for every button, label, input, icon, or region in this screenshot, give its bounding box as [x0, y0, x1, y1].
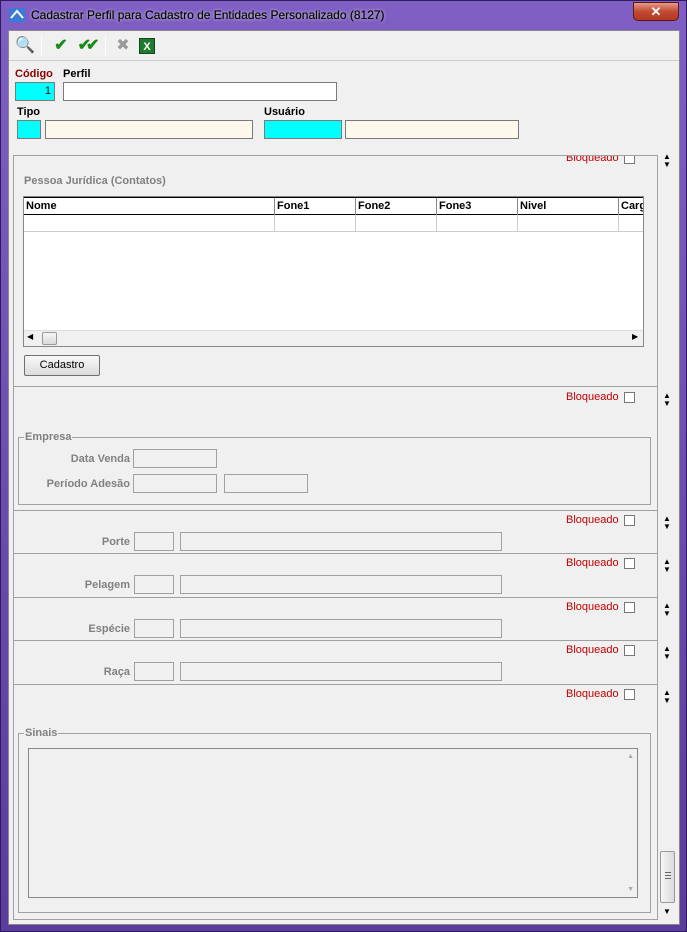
perfil-label: Perfil	[63, 68, 91, 80]
scroll-down-icon[interactable]: ▼	[663, 907, 671, 916]
section-divider	[14, 386, 657, 387]
move-up-down-icon[interactable]: ▲ ▼	[663, 645, 673, 661]
move-up-down-icon[interactable]: ▲ ▼	[663, 515, 673, 531]
table-cell[interactable]	[518, 215, 619, 232]
section-divider	[14, 597, 657, 598]
title-bar[interactable]: Cadastrar Perfil para Cadastro de Entida…	[1, 1, 686, 29]
codigo-field[interactable]: 1	[15, 82, 55, 101]
data-venda-label: Data Venda	[70, 453, 130, 465]
main-window: Cadastrar Perfil para Cadastro de Entida…	[0, 0, 687, 932]
bloqueado-label: Bloqueado	[566, 601, 619, 613]
especie-code-field[interactable]	[134, 619, 174, 638]
bloqueado-checkbox[interactable]	[624, 558, 635, 569]
periodo-adesao-label: Período Adesão	[46, 478, 130, 490]
raca-desc-field	[180, 662, 502, 681]
empresa-group	[18, 437, 651, 505]
table-row[interactable]	[24, 215, 643, 232]
table-cell[interactable]	[275, 215, 356, 232]
grid-horizontal-scrollbar[interactable]: ◀ ▶	[24, 330, 643, 346]
confirm-all-icon[interactable]: ✔✔	[73, 36, 100, 56]
contacts-grid[interactable]: Nome Fone1 Fone2 Fone3 Nivel Carg ◀ ▶	[23, 196, 644, 347]
scroll-thumb[interactable]	[42, 332, 57, 345]
pelagem-label: Pelagem	[84, 579, 130, 591]
bloqueado-checkbox[interactable]	[624, 515, 635, 526]
usuario-label: Usuário	[264, 106, 305, 118]
form-scroll-area: Bloqueado Pessoa Jurídica (Contatos) Nom…	[13, 155, 658, 920]
col-fone3[interactable]: Fone3	[437, 198, 518, 215]
search-icon[interactable]: 🔍	[15, 36, 35, 56]
cancel-icon[interactable]: ✖	[113, 36, 133, 56]
pelagem-code-field[interactable]	[134, 575, 174, 594]
usuario-desc-field	[345, 120, 519, 139]
move-up-down-icon[interactable]: ▲ ▼	[663, 392, 673, 408]
move-up-down-icon[interactable]: ▲ ▼	[663, 153, 673, 169]
move-up-down-icon[interactable]: ▲ ▼	[663, 558, 673, 574]
section-divider	[14, 510, 657, 511]
porte-desc-field	[180, 532, 502, 551]
tipo-label: Tipo	[17, 106, 41, 118]
col-fone2[interactable]: Fone2	[356, 198, 437, 215]
table-cell[interactable]	[356, 215, 437, 232]
app-icon	[9, 8, 25, 22]
especie-label: Espécie	[88, 623, 130, 635]
perfil-field[interactable]	[63, 82, 337, 101]
bloqueado-checkbox[interactable]	[624, 645, 635, 656]
textarea-scroll-down-icon[interactable]: ▼	[627, 886, 634, 893]
raca-label: Raça	[103, 666, 130, 678]
bloqueado-label: Bloqueado	[566, 688, 619, 700]
tipo-desc-field	[45, 120, 253, 139]
table-cell[interactable]	[437, 215, 518, 232]
periodo-inicio-field[interactable]	[133, 474, 217, 493]
pj-title: Pessoa Jurídica (Contatos)	[24, 175, 166, 187]
empresa-title: Empresa	[24, 431, 73, 443]
pelagem-desc-field	[180, 575, 502, 594]
section-divider	[14, 640, 657, 641]
scroll-left-icon[interactable]: ◀	[27, 332, 33, 341]
col-nivel[interactable]: Nivel	[518, 198, 619, 215]
move-up-down-icon[interactable]: ▲ ▼	[663, 602, 673, 618]
close-button[interactable]: ✕	[633, 2, 679, 21]
window-title: Cadastrar Perfil para Cadastro de Entida…	[31, 8, 385, 22]
bloqueado-label: Bloqueado	[566, 155, 619, 164]
bloqueado-label: Bloqueado	[566, 644, 619, 656]
periodo-fim-field[interactable]	[224, 474, 308, 493]
data-venda-field[interactable]	[133, 449, 217, 468]
codigo-label: Código	[15, 68, 53, 80]
bloqueado-label: Bloqueado	[566, 557, 619, 569]
toolbar-separator	[105, 36, 106, 56]
col-cargo[interactable]: Carg	[619, 198, 643, 215]
porte-code-field[interactable]	[134, 532, 174, 551]
raca-code-field[interactable]	[134, 662, 174, 681]
sinais-textarea[interactable]: ▲ ▼	[28, 748, 638, 898]
scroll-right-icon[interactable]: ▶	[632, 332, 638, 341]
toolbar: 🔍 ✔ ✔✔ ✖ X	[9, 31, 679, 61]
tipo-code-field[interactable]	[17, 120, 41, 139]
bloqueado-label: Bloqueado	[566, 514, 619, 526]
table-cell[interactable]	[24, 215, 275, 232]
toolbar-separator	[41, 36, 42, 56]
bloqueado-checkbox[interactable]	[624, 689, 635, 700]
grid-header: Nome Fone1 Fone2 Fone3 Nivel Carg	[24, 197, 643, 215]
bloqueado-checkbox[interactable]	[624, 392, 635, 403]
excel-icon[interactable]: X	[139, 38, 155, 54]
porte-label: Porte	[101, 536, 130, 548]
especie-desc-field	[180, 619, 502, 638]
confirm-icon[interactable]: ✔	[51, 36, 71, 56]
client-area: 🔍 ✔ ✔✔ ✖ X Código Perfil 1 Tipo Usuário …	[8, 30, 680, 925]
section-divider	[14, 684, 657, 685]
textarea-scroll-up-icon[interactable]: ▲	[627, 753, 634, 760]
form-vertical-scrollbar[interactable]: ▲ ▼ ▲ ▼ ▲ ▼ ▲ ▼ ▲ ▼ ▲ ▼ ▲ ▼ ▼	[659, 153, 676, 920]
bloqueado-checkbox[interactable]	[624, 156, 635, 164]
col-nome[interactable]: Nome	[24, 198, 275, 215]
cadastro-button[interactable]: Cadastro	[24, 355, 100, 376]
section-divider	[14, 553, 657, 554]
bloqueado-label: Bloqueado	[566, 391, 619, 403]
usuario-code-field[interactable]	[264, 120, 342, 139]
sinais-title: Sinais	[24, 727, 59, 739]
scroll-thumb[interactable]	[660, 851, 675, 903]
bloqueado-checkbox[interactable]	[624, 602, 635, 613]
col-fone1[interactable]: Fone1	[275, 198, 356, 215]
move-up-down-icon[interactable]: ▲ ▼	[663, 689, 673, 705]
